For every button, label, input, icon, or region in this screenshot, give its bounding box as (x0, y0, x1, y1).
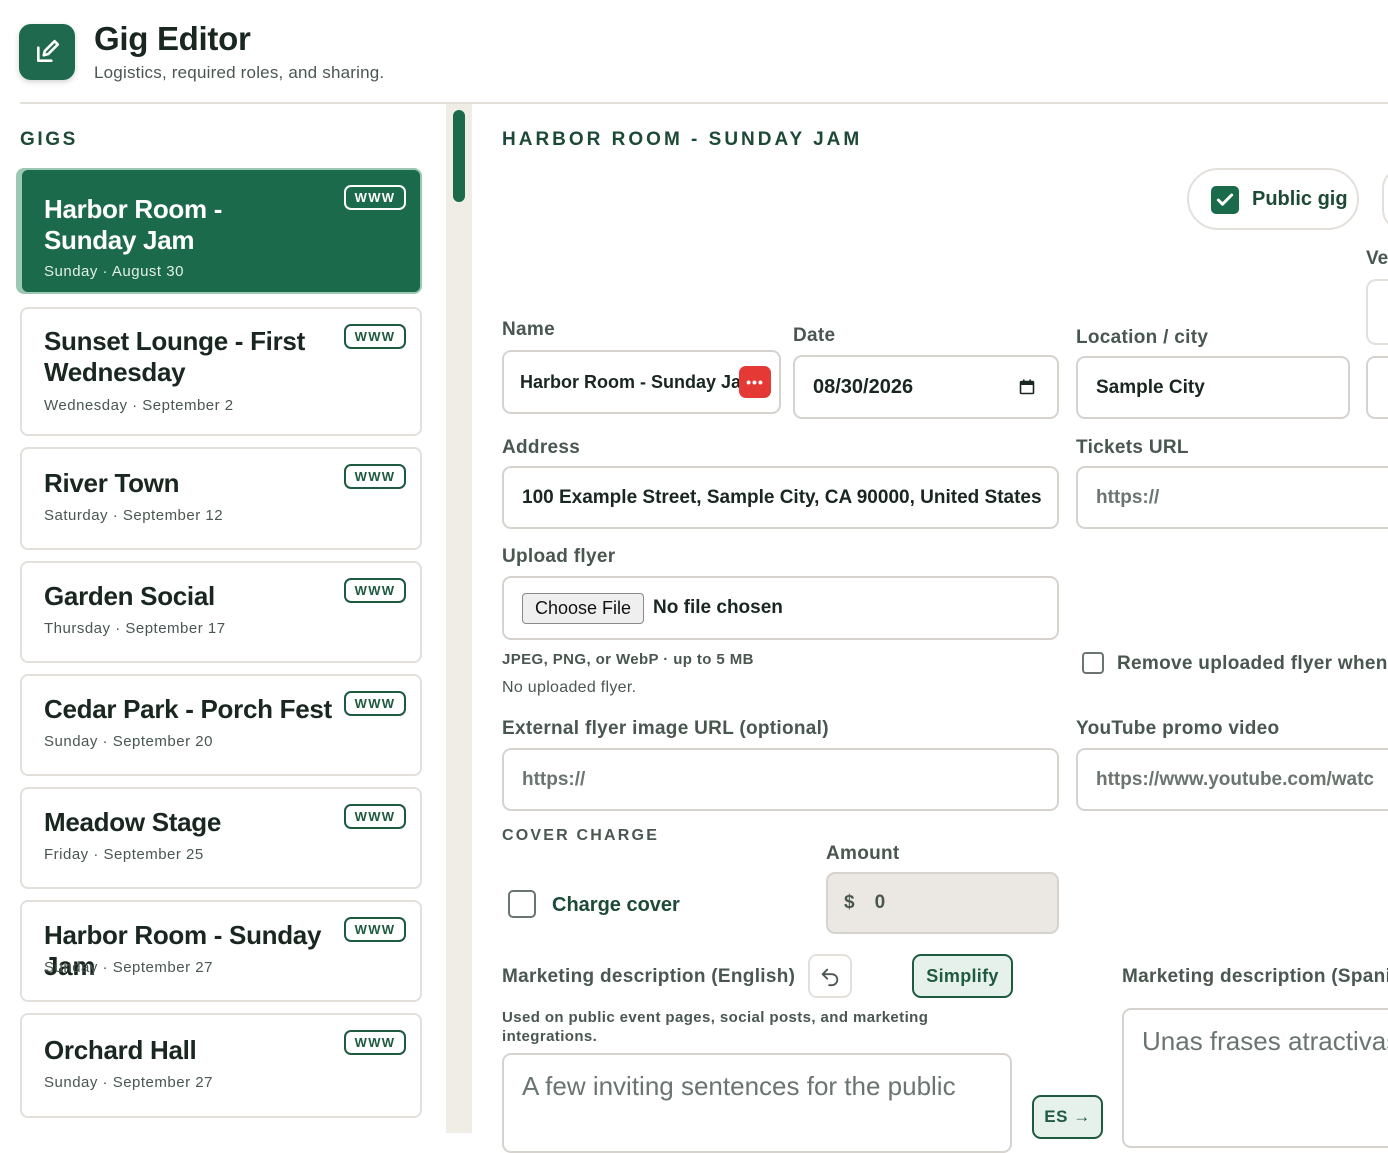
calendar-icon[interactable] (1019, 379, 1035, 395)
no-file-text: No file chosen (653, 597, 783, 618)
gig-title: Harbor Room - Sunday Jam (44, 194, 223, 255)
upload-flyer-label: Upload flyer (502, 546, 616, 567)
location-label: Location / city (1076, 327, 1209, 348)
amount-input[interactable]: $ 0 (826, 872, 1059, 934)
undo-icon (821, 968, 839, 987)
marketing-en-textarea[interactable]: A few inviting sentences for the public (502, 1053, 1012, 1153)
youtube-input[interactable]: https://www.youtube.com/watc (1076, 748, 1388, 811)
ve-field[interactable] (1366, 279, 1388, 345)
name-input[interactable]: Harbor Room - Sunday Jam ••• (502, 350, 781, 414)
gigs-heading: GIGS (20, 129, 78, 150)
gig-date: Sunday · September 27 (44, 1074, 213, 1091)
ve-label: Ve (1366, 248, 1388, 269)
youtube-label: YouTube promo video (1076, 718, 1280, 739)
gig-card[interactable]: Garden Social Thursday · September 17 WW… (20, 561, 422, 663)
remove-flyer-checkbox[interactable] (1082, 652, 1104, 674)
gig-title: Cedar Park - Porch Fest (44, 694, 332, 724)
charge-cover-checkbox[interactable] (508, 890, 536, 918)
gig-card[interactable]: Cedar Park - Porch Fest Sunday · Septemb… (20, 674, 422, 776)
gig-card[interactable]: Harbor Room - Sunday Jam Sunday · August… (20, 168, 422, 294)
upload-flyer-input[interactable]: Choose File No file chosen (502, 576, 1059, 640)
tickets-placeholder: https:// (1096, 486, 1160, 508)
location-value: Sample City (1096, 376, 1205, 398)
gig-date: Sunday · September 20 (44, 733, 213, 750)
gig-card[interactable]: Sunset Lounge - First Wednesday Wednesda… (20, 307, 422, 436)
simplify-button[interactable]: Simplify (912, 954, 1013, 998)
header-divider (20, 102, 1388, 104)
date-value: 08/30/2026 (813, 375, 914, 398)
tickets-label: Tickets URL (1076, 437, 1189, 458)
gig-date: Sunday · August 30 (44, 263, 184, 280)
external-flyer-label: External flyer image URL (optional) (502, 718, 829, 739)
tickets-url-input[interactable]: https:// (1076, 466, 1388, 529)
check-icon (1216, 193, 1234, 206)
www-badge[interactable]: WWW (344, 804, 406, 829)
www-badge[interactable]: WWW (344, 185, 406, 210)
address-label: Address (502, 437, 581, 458)
external-flyer-input[interactable]: https:// (502, 748, 1059, 811)
www-badge[interactable]: WWW (344, 464, 406, 489)
edit-icon (37, 39, 60, 62)
currency-symbol: $ (844, 892, 855, 913)
gig-title: River Town (44, 468, 180, 498)
www-badge[interactable]: WWW (344, 1030, 406, 1055)
undo-button[interactable] (808, 954, 852, 998)
gig-date: Thursday · September 17 (44, 620, 226, 637)
address-value: 100 Example Street, Sample City, CA 9000… (522, 486, 1042, 508)
no-uploaded-text: No uploaded flyer. (502, 679, 637, 696)
choose-file-button[interactable]: Choose File (522, 592, 645, 624)
editor-title: HARBOR ROOM - SUNDAY JAM (502, 129, 863, 150)
marketing-en-label: Marketing description (English) (502, 966, 796, 987)
gig-title: Garden Social (44, 581, 215, 611)
more-options-button[interactable]: ••• (739, 366, 771, 398)
www-badge[interactable]: WWW (344, 917, 406, 942)
upload-hint: JPEG, PNG, or WebP · up to 5 MB (502, 651, 754, 668)
name-label: Name (502, 319, 555, 340)
amount-label: Amount (826, 843, 900, 864)
sidebar-scrollbar-track[interactable] (446, 104, 472, 1133)
gig-title: Orchard Hall (44, 1035, 197, 1065)
date-label: Date (793, 325, 836, 346)
www-badge[interactable]: WWW (344, 691, 406, 716)
marketing-hint: Used on public event pages, social posts… (502, 1009, 929, 1045)
www-badge[interactable]: WWW (344, 578, 406, 603)
app-logo (19, 24, 75, 80)
gig-title: Meadow Stage (44, 807, 221, 837)
marketing-es-textarea[interactable]: Unas frases atractivas (1122, 1008, 1388, 1148)
external-flyer-placeholder: https:// (522, 768, 586, 790)
sidebar-scrollbar-thumb[interactable] (453, 110, 465, 202)
name-value: Harbor Room - Sunday Jam (520, 371, 758, 392)
location-input[interactable]: Sample City (1076, 356, 1350, 419)
marketing-en-placeholder: A few inviting sentences for the public (522, 1071, 956, 1101)
secondary-toggle-pill[interactable] (1382, 168, 1388, 230)
app-subtitle: Logistics, required roles, and sharing. (94, 63, 385, 82)
app-title: Gig Editor (94, 20, 251, 57)
remove-flyer-label: Remove uploaded flyer when (1117, 653, 1388, 674)
charge-cover-label: Charge cover (552, 894, 680, 916)
gig-date: Sunday · September 27 (44, 959, 213, 976)
marketing-es-label: Marketing description (Spanis (1122, 966, 1388, 987)
youtube-value: https://www.youtube.com/watc (1096, 768, 1374, 790)
public-gig-label: Public gig (1252, 188, 1348, 210)
gig-date: Wednesday · September 2 (44, 397, 234, 414)
gig-card[interactable]: Meadow Stage Friday · September 25 WWW (20, 787, 422, 889)
gig-card[interactable]: Harbor Room - Sunday Jam Sunday · Septem… (20, 900, 422, 1002)
amount-value: 0 (874, 892, 886, 913)
gig-card[interactable]: Orchard Hall Sunday · September 27 WWW (20, 1013, 422, 1118)
marketing-es-placeholder: Unas frases atractivas (1142, 1026, 1388, 1056)
translate-es-button[interactable]: ES → (1032, 1095, 1103, 1139)
public-gig-toggle[interactable]: Public gig (1187, 168, 1359, 230)
www-badge[interactable]: WWW (344, 324, 406, 349)
gig-date: Friday · September 25 (44, 846, 204, 863)
gig-date: Saturday · September 12 (44, 507, 224, 524)
date-input[interactable]: 08/30/2026 (793, 355, 1059, 419)
cover-charge-heading: COVER CHARGE (502, 827, 660, 844)
public-gig-checkbox[interactable] (1211, 186, 1239, 214)
gig-card[interactable]: River Town Saturday · September 12 WWW (20, 447, 422, 550)
address-input[interactable]: 100 Example Street, Sample City, CA 9000… (502, 466, 1059, 529)
gig-title: Sunset Lounge - First Wednesday (44, 326, 305, 387)
extra-input[interactable] (1366, 356, 1388, 419)
